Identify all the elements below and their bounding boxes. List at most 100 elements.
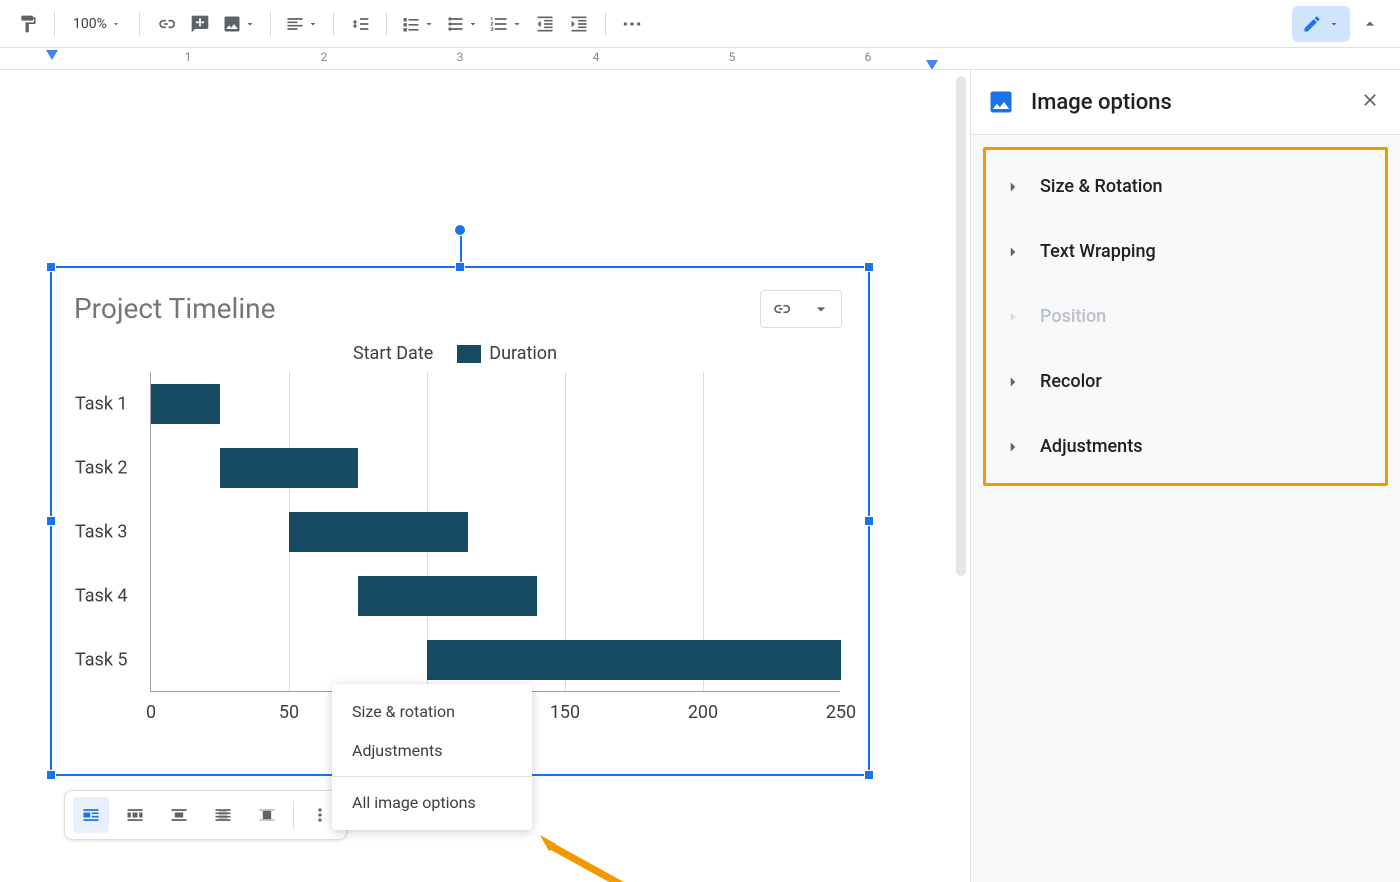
- increase-indent-button[interactable]: [563, 8, 595, 40]
- legend-swatch-icon: [457, 345, 481, 363]
- panel-sections-highlight: Size & Rotation Text Wrapping Position Reco…: [983, 147, 1388, 486]
- chart-menu-button[interactable]: [801, 291, 841, 327]
- chart-bar: [151, 384, 220, 424]
- ruler-number: 6: [865, 50, 872, 64]
- legend-item-duration: Duration: [457, 343, 557, 364]
- rotation-handle[interactable]: [454, 224, 466, 236]
- panel-section-text-wrapping[interactable]: Text Wrapping: [986, 219, 1385, 284]
- x-axis-tick-label: 200: [688, 702, 718, 723]
- horizontal-ruler[interactable]: 1 2 3 4 5 6: [0, 48, 1400, 70]
- line-spacing-button[interactable]: [344, 8, 376, 40]
- y-axis-category-label: Task 3: [75, 522, 141, 543]
- toolbar-separator: [386, 12, 387, 36]
- chart-plot-area: 050100150200250Task 1Task 2Task 3Task 4T…: [150, 372, 840, 692]
- decrease-indent-button[interactable]: [529, 8, 561, 40]
- ruler-number: 2: [321, 50, 328, 64]
- toolbar-separator: [333, 12, 334, 36]
- panel-section-position: Position: [986, 284, 1385, 349]
- panel-header: Image options: [971, 70, 1400, 135]
- align-button[interactable]: [281, 8, 323, 40]
- panel-section-label: Text Wrapping: [1040, 241, 1156, 262]
- x-axis-tick-label: 150: [550, 702, 580, 723]
- chart-inline-toolbar: [760, 290, 842, 328]
- main-toolbar: 100%: [0, 0, 1400, 48]
- chevron-right-icon: [1004, 178, 1022, 196]
- wrap-inline-button[interactable]: [73, 797, 109, 833]
- wrap-behind-button[interactable]: [205, 797, 241, 833]
- image-options-icon: [987, 88, 1015, 116]
- wrap-break-button[interactable]: [161, 797, 197, 833]
- vertical-scrollbar[interactable]: [956, 76, 966, 576]
- add-comment-button[interactable]: [184, 8, 216, 40]
- y-axis-category-label: Task 4: [75, 586, 141, 607]
- x-axis-tick-label: 50: [279, 702, 299, 723]
- context-menu-size-rotation[interactable]: Size & rotation: [332, 692, 532, 731]
- more-toolbar-button[interactable]: [616, 8, 648, 40]
- panel-close-button[interactable]: [1360, 90, 1380, 114]
- insert-link-button[interactable]: [150, 8, 182, 40]
- chart-link-button[interactable]: [761, 291, 801, 327]
- annotation-arrow-icon: [540, 832, 630, 882]
- wrap-toolbar-separator: [293, 801, 294, 829]
- chevron-right-icon: [1004, 308, 1022, 326]
- image-options-panel: Image options Size & Rotation Text Wrappi…: [970, 70, 1400, 882]
- toolbar-separator: [139, 12, 140, 36]
- ruler-number: 5: [729, 50, 736, 64]
- panel-body: Size & Rotation Text Wrapping Position Reco…: [971, 135, 1400, 882]
- rotation-line: [460, 234, 462, 262]
- panel-section-size-rotation[interactable]: Size & Rotation: [986, 154, 1385, 219]
- ruler-number: 1: [185, 50, 192, 64]
- collapse-toolbar-button[interactable]: [1352, 6, 1388, 42]
- legend-item-start: Start Date: [353, 343, 433, 364]
- panel-title: Image options: [1031, 90, 1344, 115]
- resize-handle-ml[interactable]: [46, 516, 56, 526]
- chevron-right-icon: [1004, 373, 1022, 391]
- zoom-select[interactable]: 100%: [65, 8, 129, 40]
- chart-bar: [220, 448, 358, 488]
- ruler-right-indent-marker[interactable]: [926, 60, 938, 70]
- toolbar-separator: [54, 12, 55, 36]
- ruler-left-indent-marker[interactable]: [46, 50, 58, 60]
- panel-section-recolor[interactable]: Recolor: [986, 349, 1385, 414]
- wrap-front-button[interactable]: [249, 797, 285, 833]
- checklist-button[interactable]: [397, 8, 439, 40]
- context-menu-separator: [332, 776, 532, 777]
- panel-section-label: Position: [1040, 306, 1106, 327]
- panel-section-label: Adjustments: [1040, 436, 1142, 457]
- context-menu-all-image-options[interactable]: All image options: [332, 783, 532, 822]
- document-canvas[interactable]: Project Timeline Start Date Duration 050…: [0, 70, 970, 882]
- toolbar-separator: [605, 12, 606, 36]
- chart-bar: [289, 512, 468, 552]
- y-axis-category-label: Task 2: [75, 458, 141, 479]
- bulleted-list-button[interactable]: [441, 8, 483, 40]
- chart-bar: [427, 640, 841, 680]
- editing-mode-button[interactable]: [1292, 6, 1350, 42]
- zoom-value: 100%: [73, 16, 107, 32]
- resize-handle-tr[interactable]: [864, 262, 874, 272]
- resize-handle-bl[interactable]: [46, 770, 56, 780]
- resize-handle-tl[interactable]: [46, 262, 56, 272]
- ruler-number: 4: [593, 50, 600, 64]
- panel-section-label: Size & Rotation: [1040, 176, 1163, 197]
- insert-image-button[interactable]: [218, 8, 260, 40]
- resize-handle-tc[interactable]: [455, 262, 465, 272]
- chevron-right-icon: [1004, 243, 1022, 261]
- paint-format-button[interactable]: [12, 8, 44, 40]
- resize-handle-mr[interactable]: [864, 516, 874, 526]
- panel-section-adjustments[interactable]: Adjustments: [986, 414, 1385, 479]
- panel-section-label: Recolor: [1040, 371, 1102, 392]
- resize-handle-br[interactable]: [864, 770, 874, 780]
- context-menu-adjustments[interactable]: Adjustments: [332, 731, 532, 770]
- y-axis-category-label: Task 1: [75, 394, 141, 415]
- image-context-menu: Size & rotation Adjustments All image op…: [332, 684, 532, 830]
- chart-bar: [358, 576, 537, 616]
- ruler-number: 3: [457, 50, 464, 64]
- x-axis-tick-label: 0: [146, 702, 156, 723]
- y-axis-category-label: Task 5: [75, 650, 141, 671]
- wrap-text-button[interactable]: [117, 797, 153, 833]
- legend-item-duration-label: Duration: [489, 343, 557, 364]
- chart-legend: Start Date Duration: [70, 343, 840, 364]
- chart-title: Project Timeline: [74, 292, 840, 325]
- toolbar-separator: [270, 12, 271, 36]
- numbered-list-button[interactable]: [485, 8, 527, 40]
